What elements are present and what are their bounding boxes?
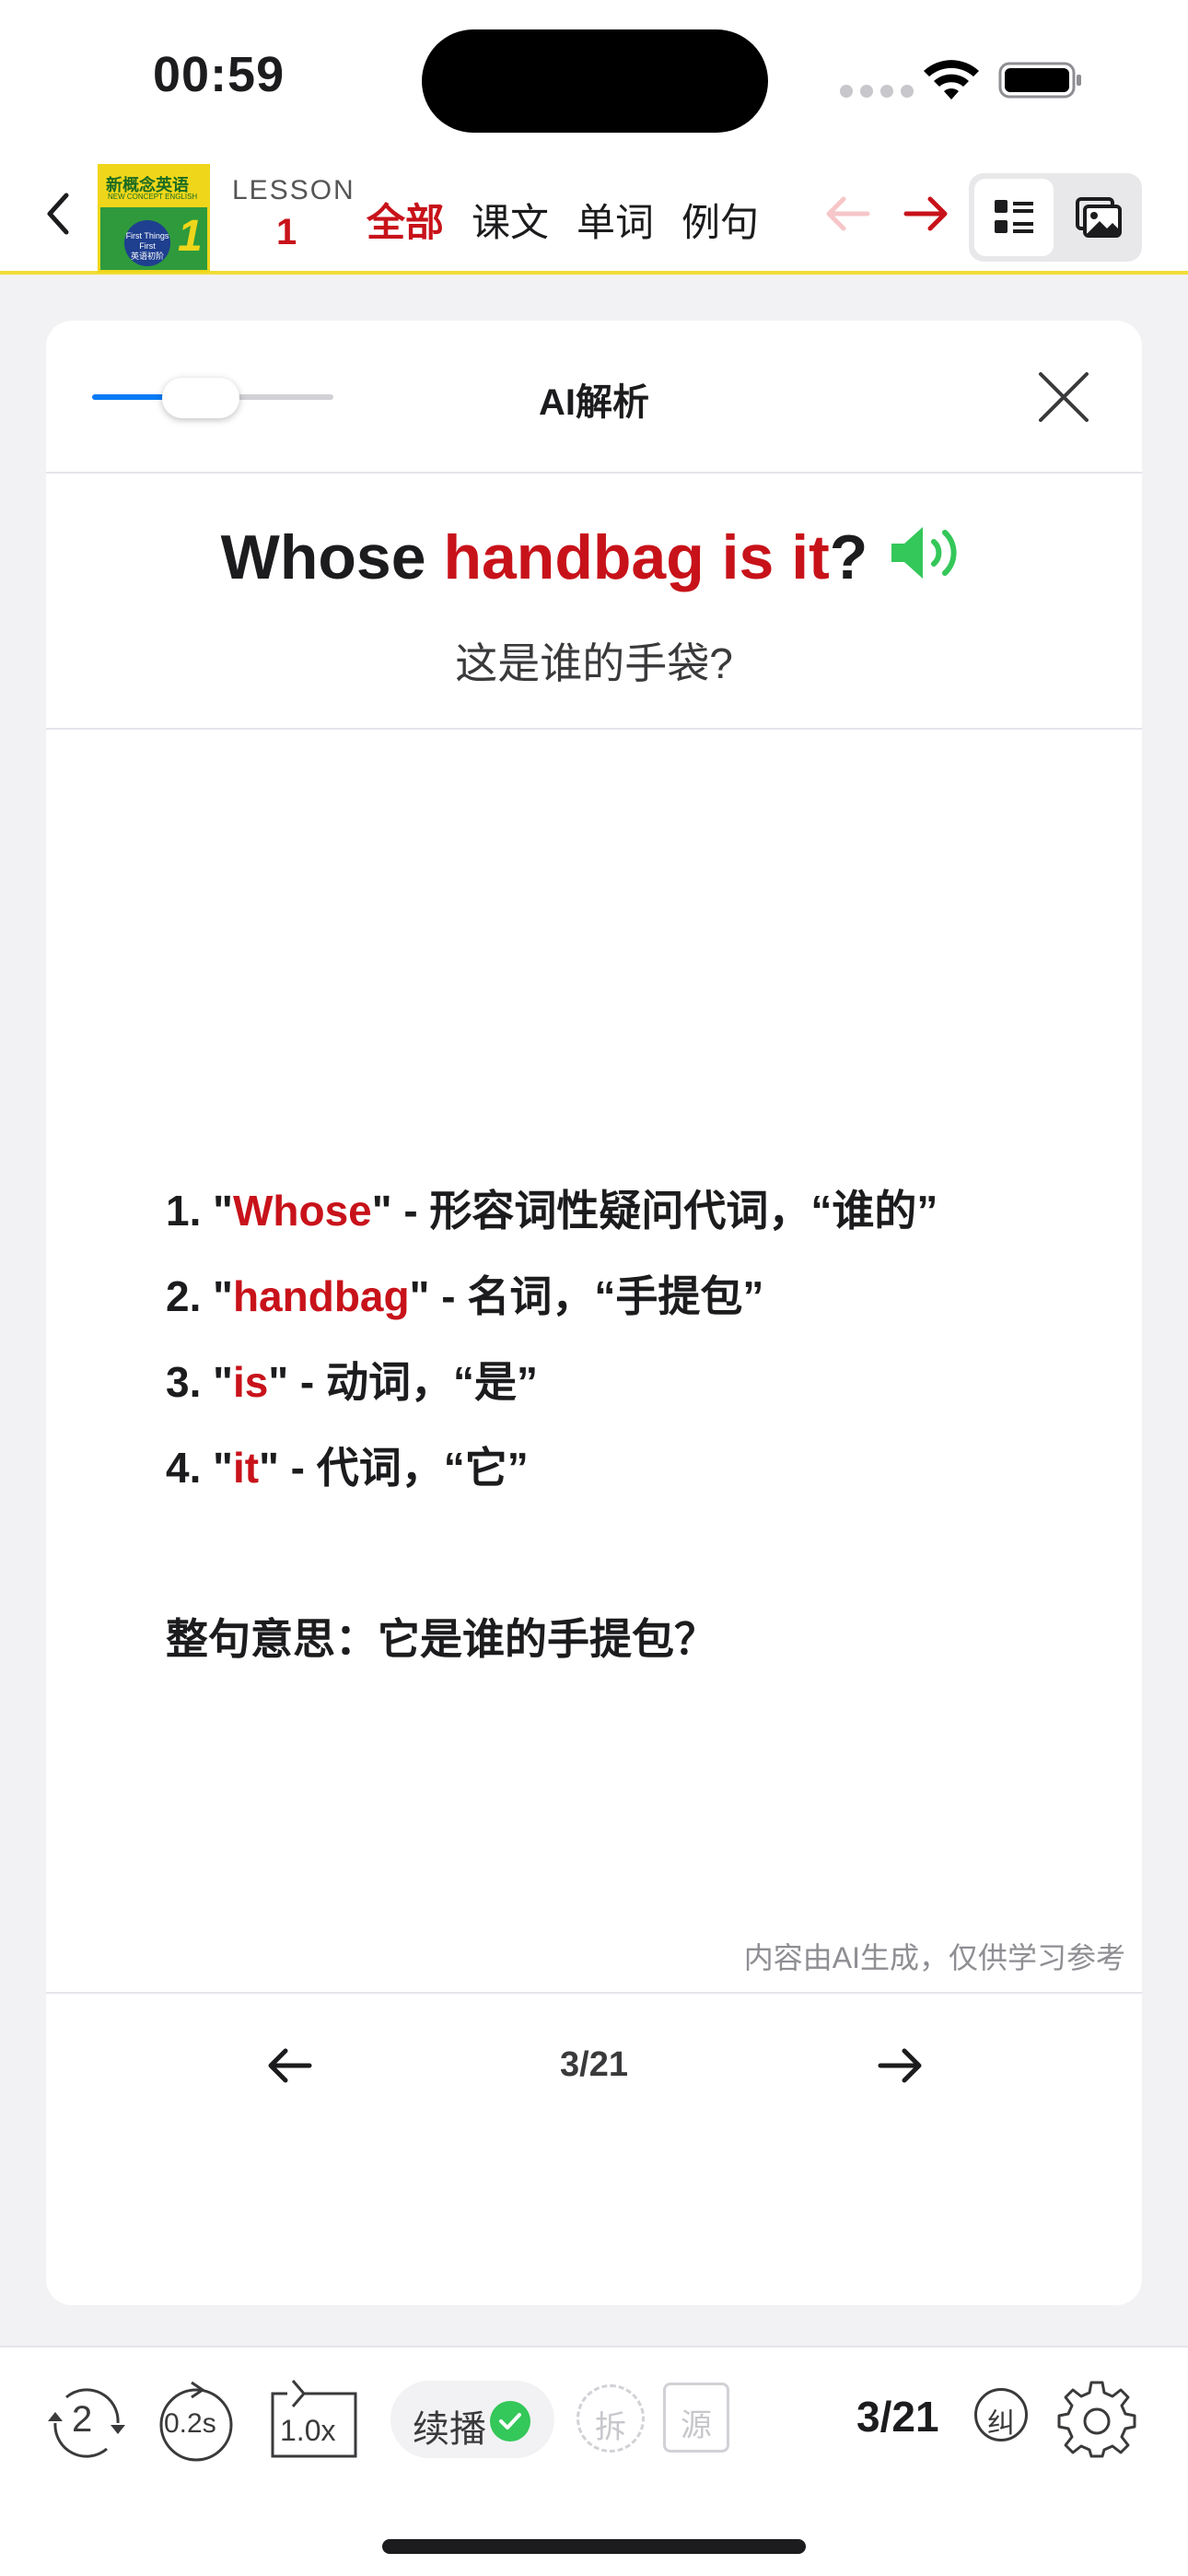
home-indicator[interactable] xyxy=(382,2539,806,2554)
tab-words[interactable]: 单词 xyxy=(577,192,654,248)
sentence-translation: 这是谁的手袋? xyxy=(455,639,733,687)
analysis-prefix: 2. " xyxy=(166,1272,233,1320)
gear-icon[interactable] xyxy=(1057,2379,1136,2458)
analysis-explanation: " - 动词，“是” xyxy=(268,1358,539,1406)
continue-play-toggle[interactable]: 续播 xyxy=(390,2381,554,2458)
analysis-explanation: " - 形容词性疑问代词，“谁的” xyxy=(371,1187,938,1235)
analysis-list: 1. "Whose" - 形容词性疑问代词，“谁的” 2. "handbag" … xyxy=(166,1168,938,1682)
analysis-prefix: 3. " xyxy=(166,1358,233,1406)
split-button[interactable]: 拆 xyxy=(577,2384,645,2453)
analysis-summary: 整句意思：它是谁的手提包？ xyxy=(166,1615,716,1663)
book-badge-zh: 英语初阶 xyxy=(130,252,164,261)
prev-lesson-arrow-icon[interactable] xyxy=(821,193,873,234)
analysis-keyword: handbag xyxy=(232,1272,410,1320)
continue-play-label: 续播 xyxy=(413,2409,486,2450)
analysis-explanation: " - 名词，“手提包” xyxy=(409,1272,764,1320)
speaker-icon[interactable] xyxy=(888,523,967,582)
lesson-number: 1 xyxy=(276,212,297,252)
analysis-keyword: it xyxy=(232,1444,260,1492)
sentence-highlight: handbag is it xyxy=(443,522,830,592)
tab-examples[interactable]: 例句 xyxy=(681,192,759,248)
analysis-item: 1. "Whose" - 形容词性疑问代词，“谁的” xyxy=(166,1168,938,1254)
sentence-count: 3/21 xyxy=(856,2393,939,2441)
speed-value: 1.0x xyxy=(280,2414,336,2447)
analysis-item: 4. "it" - 代词，“它” xyxy=(166,1425,938,1511)
book-subtitle: NEW CONCEPT ENGLISH xyxy=(108,193,198,201)
analysis-keyword: is xyxy=(232,1358,269,1406)
pager-count: 3/21 xyxy=(560,2045,628,2084)
analysis-item: 3. "is" - 动词，“是” xyxy=(166,1340,938,1425)
battery-icon xyxy=(998,62,1081,99)
repeat-count-button[interactable]: 2 xyxy=(39,2381,134,2465)
sentence-english: Whose handbag is it? xyxy=(46,521,1142,593)
view-mode-toggle xyxy=(969,173,1142,262)
source-label: 源 xyxy=(681,2408,712,2443)
card-title: AI解析 xyxy=(539,382,649,423)
status-bar: 00:59 xyxy=(0,0,1188,157)
ai-analysis-card: AI解析 Whose handbag is it? 这是谁的手袋? 1. "Wh… xyxy=(46,321,1142,2305)
image-view-icon xyxy=(1076,197,1122,238)
tab-all[interactable]: 全部 xyxy=(367,192,444,248)
repeat-count: 2 xyxy=(72,2399,93,2440)
ai-disclaimer: 内容由AI生成，仅供学习参考 xyxy=(743,1941,1125,1974)
next-sentence-button[interactable] xyxy=(875,2043,926,2088)
split-label: 拆 xyxy=(595,2410,626,2445)
sentence-part: Whose xyxy=(220,522,444,592)
book-number: 1 xyxy=(178,212,203,261)
book-badge: First Things First 英语初阶 xyxy=(124,220,170,266)
analysis-prefix: 4. " xyxy=(166,1444,233,1492)
check-icon xyxy=(490,2401,530,2441)
image-view-button[interactable] xyxy=(1057,179,1136,256)
analysis-keyword: Whose xyxy=(232,1187,372,1235)
status-time: 00:59 xyxy=(153,47,285,102)
correction-button[interactable]: 纠 xyxy=(974,2388,1028,2441)
screen: 00:59 新概念英语 NEW CONCEPT ENGLISH First Th… xyxy=(0,0,1188,2576)
analysis-item: 2. "handbag" - 名词，“手提包” xyxy=(166,1254,938,1340)
list-view-button[interactable] xyxy=(974,179,1054,256)
sentence-block: Whose handbag is it? 这是谁的手袋? xyxy=(46,474,1142,730)
delay-button[interactable]: 0.2s xyxy=(155,2379,238,2464)
book-cover[interactable]: 新概念英语 NEW CONCEPT ENGLISH First Things F… xyxy=(98,164,210,273)
lesson-nav-bar: 新概念英语 NEW CONCEPT ENGLISH First Things F… xyxy=(0,157,1188,275)
tab-text[interactable]: 课文 xyxy=(472,192,549,248)
wifi-icon xyxy=(924,60,979,100)
speed-button[interactable]: 1.0x xyxy=(269,2375,359,2458)
source-button[interactable]: 源 xyxy=(663,2383,729,2453)
close-button[interactable] xyxy=(1035,369,1092,426)
card-pager: 3/21 xyxy=(46,1992,1142,2305)
dynamic-island xyxy=(422,29,768,133)
book-badge-text: First Things First xyxy=(125,231,169,251)
delay-value: 0.2s xyxy=(164,2408,216,2439)
analysis-explanation: " - 代词，“它” xyxy=(259,1444,529,1492)
correction-label: 纠 xyxy=(987,2408,1015,2439)
content-tabs: 全部 课文 单词 例句 xyxy=(367,192,759,248)
list-view-icon xyxy=(995,200,1033,233)
next-lesson-arrow-icon[interactable] xyxy=(901,193,952,234)
cellular-signal-icon xyxy=(840,85,914,98)
lesson-label: LESSON xyxy=(232,175,355,205)
sentence-part: ? xyxy=(829,522,868,592)
card-header: AI解析 xyxy=(46,321,1142,474)
back-button[interactable] xyxy=(35,186,81,241)
analysis-prefix: 1. " xyxy=(166,1187,233,1235)
